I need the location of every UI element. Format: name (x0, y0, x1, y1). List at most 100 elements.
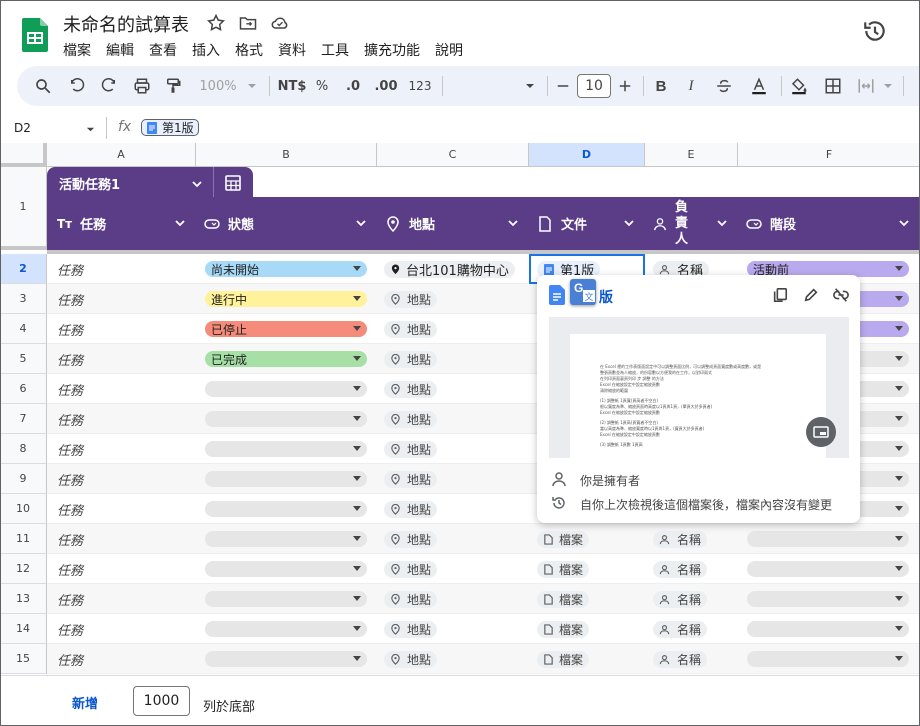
file-preview-thumbnail[interactable]: 在 Excel 裡的工作表版面設定中可以調整頁面比例，可以調整成頁面寬度數或高度… (549, 317, 849, 458)
owner-chip[interactable]: 名稱 (653, 531, 708, 548)
version-history-icon[interactable] (862, 18, 888, 44)
chevron-down-icon[interactable] (623, 217, 635, 229)
row-header[interactable]: 10 (0, 494, 47, 524)
status-dropdown[interactable] (205, 621, 367, 637)
location-chip[interactable]: 地點 (384, 291, 438, 308)
row-header[interactable]: 4 (0, 314, 47, 344)
location-chip[interactable]: 地點 (384, 621, 438, 638)
task-cell[interactable]: 任務 (57, 464, 83, 494)
bold-button[interactable]: B (651, 66, 671, 106)
task-cell[interactable]: 任務 (57, 644, 83, 674)
print-icon[interactable] (131, 66, 153, 106)
currency-format-button[interactable]: NT$ (277, 66, 307, 106)
document-chip[interactable]: 檔案 (537, 591, 590, 608)
menu-item[interactable]: 工具 (321, 40, 349, 60)
header-stage[interactable]: 階段 (738, 197, 920, 250)
select-all-corner[interactable] (0, 143, 47, 167)
document-chip[interactable]: 檔案 (537, 621, 590, 638)
task-cell[interactable]: 任務 (57, 404, 83, 434)
chevron-down-icon[interactable] (507, 217, 519, 229)
location-chip[interactable]: 台北101購物中心 (384, 261, 515, 279)
location-chip[interactable]: 地點 (384, 651, 438, 668)
document-chip[interactable]: 檔案 (537, 651, 590, 668)
copy-link-icon[interactable] (772, 287, 788, 303)
remove-link-icon[interactable] (833, 287, 849, 303)
status-dropdown[interactable]: 已停止 (205, 321, 367, 337)
table-name-tab[interactable]: 活動任務1 (47, 167, 253, 197)
task-cell[interactable]: 任務 (57, 494, 83, 524)
menu-item[interactable]: 插入 (192, 40, 220, 60)
stage-dropdown[interactable] (747, 531, 909, 547)
strikethrough-icon[interactable] (713, 66, 735, 106)
name-box-dropdown-icon[interactable] (86, 125, 95, 134)
location-chip[interactable]: 地點 (384, 321, 438, 338)
text-color-icon[interactable] (747, 66, 771, 106)
table-menu-chevron-icon[interactable] (191, 178, 203, 190)
row-header[interactable]: 13 (0, 584, 47, 614)
increase-decimal-button[interactable]: .00 (372, 66, 400, 106)
chevron-down-icon[interactable] (898, 217, 910, 229)
add-rows-button[interactable]: 新增 (72, 693, 98, 712)
font-size-decrease-button[interactable] (553, 66, 573, 106)
menu-item[interactable]: 編輯 (106, 40, 134, 60)
decrease-decimal-button[interactable]: .0 (342, 66, 364, 106)
star-icon[interactable] (206, 13, 226, 33)
popup-file-title[interactable]: 版 (599, 287, 613, 307)
status-dropdown[interactable] (205, 441, 367, 457)
row-count-input[interactable]: 1000 (133, 686, 190, 716)
menu-item[interactable]: 資料 (278, 40, 306, 60)
fill-color-icon[interactable] (789, 66, 809, 106)
status-dropdown[interactable]: 進行中 (205, 291, 367, 307)
document-chip[interactable]: 檔案 (537, 531, 590, 548)
font-size-increase-button[interactable] (615, 66, 635, 106)
edit-pencil-icon[interactable] (803, 287, 819, 303)
owner-chip[interactable]: 名稱 (653, 561, 708, 578)
menu-item[interactable]: 查看 (149, 40, 177, 60)
chevron-down-icon[interactable] (174, 217, 186, 229)
task-cell[interactable]: 任務 (57, 254, 83, 284)
status-dropdown[interactable] (205, 501, 367, 517)
column-header-c[interactable]: C (377, 143, 529, 167)
row-header[interactable]: 7 (0, 404, 47, 434)
menu-item[interactable]: 擴充功能 (364, 40, 420, 60)
location-chip[interactable]: 地點 (384, 591, 438, 608)
menu-item[interactable]: 格式 (235, 40, 263, 60)
column-header-a[interactable]: A (47, 143, 196, 167)
row-header[interactable]: 8 (0, 434, 47, 464)
formula-chip[interactable]: 第1版 (141, 119, 199, 136)
location-chip[interactable]: 地點 (384, 381, 438, 398)
chevron-down-icon[interactable] (355, 217, 367, 229)
percent-format-button[interactable]: % (313, 66, 331, 106)
row-header[interactable]: 3 (0, 284, 47, 314)
task-cell[interactable]: 任務 (57, 434, 83, 464)
task-cell[interactable]: 任務 (57, 314, 83, 344)
column-header-f[interactable]: F (738, 143, 920, 167)
status-dropdown[interactable] (205, 651, 367, 667)
cloud-status-icon[interactable] (270, 13, 290, 33)
task-cell[interactable]: 任務 (57, 554, 83, 584)
merge-cells-icon[interactable] (855, 66, 877, 106)
stage-dropdown[interactable] (747, 561, 909, 577)
header-location[interactable]: 地點 (377, 197, 529, 250)
italic-button[interactable]: I (681, 66, 701, 106)
menu-item[interactable]: 說明 (435, 40, 463, 60)
status-dropdown[interactable]: 尚未開始 (205, 261, 367, 277)
owner-chip[interactable]: 名稱 (653, 651, 708, 668)
sheets-logo-icon[interactable] (22, 18, 48, 52)
owner-chip[interactable]: 名稱 (653, 621, 708, 638)
row-header[interactable]: 5 (0, 344, 47, 374)
menu-item[interactable]: 檔案 (63, 40, 91, 60)
row-header[interactable]: 14 (0, 614, 47, 644)
borders-icon[interactable] (823, 66, 843, 106)
paint-format-icon[interactable] (163, 66, 183, 106)
location-chip[interactable]: 地點 (384, 471, 438, 488)
column-header-e[interactable]: E (645, 143, 738, 167)
row-header[interactable]: 12 (0, 554, 47, 584)
chevron-down-icon[interactable] (716, 217, 728, 229)
table-calculator-icon[interactable] (224, 174, 242, 192)
status-dropdown[interactable] (205, 471, 367, 487)
location-chip[interactable]: 地點 (384, 531, 438, 548)
owner-chip[interactable]: 名稱 (653, 591, 708, 608)
row-header-1[interactable]: 1 (0, 167, 47, 250)
document-chip[interactable]: 檔案 (537, 561, 590, 578)
